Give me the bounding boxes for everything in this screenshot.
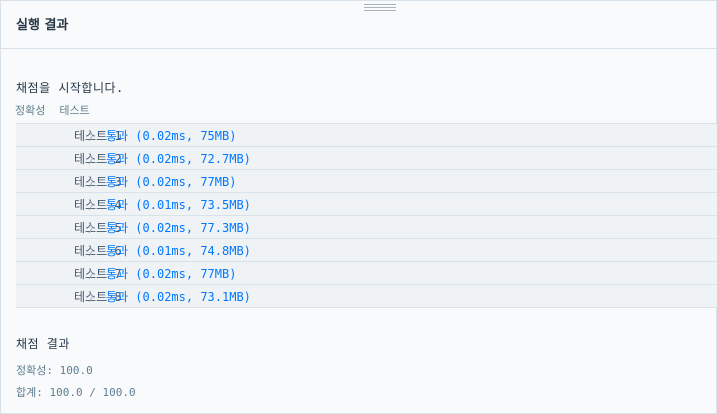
chevron-right-icon: 〉 [88, 289, 101, 304]
test-name: 테스트 5 [74, 220, 122, 235]
test-result: 통과 (0.01ms, 73.5MB) [106, 197, 251, 212]
test-row: 테스트 5 〉 통과 (0.02ms, 77.3MB) [16, 215, 717, 239]
start-message: 채점을 시작합니다. [16, 81, 124, 95]
console-output: 채점을 시작합니다. 정확성 테스트 테스트 1 〉 통과 (0.02ms, 75MB… [15, 79, 717, 308]
test-name: 테스트 1 [74, 128, 122, 143]
summary-accuracy: 정확성: 100.0 [16, 364, 93, 377]
test-name: 테스트 3 [74, 174, 122, 189]
test-row: 테스트 1 〉 통과 (0.02ms, 75MB) [16, 123, 717, 147]
test-results-table: 테스트 1 〉 통과 (0.02ms, 75MB) 테스트 2 〉 통과 (0.02ms,… [16, 123, 717, 308]
chevron-right-icon: 〉 [88, 174, 101, 189]
test-row: 테스트 2 〉 통과 (0.02ms, 72.7MB) [16, 146, 717, 170]
chevron-right-icon: 〉 [88, 128, 101, 143]
summary-total: 합계: 100.0 / 100.0 [16, 386, 136, 399]
test-row: 테스트 4 〉 통과 (0.01ms, 73.5MB) [16, 192, 717, 216]
chevron-right-icon: 〉 [88, 151, 101, 166]
summary-title: 채점 결과 [16, 337, 70, 351]
section-label: 정확성 테스트 [15, 102, 716, 118]
test-name: 테스트 7 [74, 266, 122, 281]
result-panel: 실행 결과 채점을 시작합니다. 정확성 테스트 테스트 1 〉 통과 (0.02ms… [0, 0, 717, 414]
chevron-right-icon: 〉 [88, 243, 101, 258]
test-name: 테스트 8 [74, 289, 122, 304]
test-row: 테스트 6 〉 통과 (0.01ms, 74.8MB) [16, 238, 717, 262]
chevron-right-icon: 〉 [88, 220, 101, 235]
test-row: 테스트 8 〉 통과 (0.02ms, 73.1MB) [16, 284, 717, 308]
test-result: 통과 (0.02ms, 73.1MB) [106, 289, 251, 304]
test-result: 통과 (0.02ms, 77.3MB) [106, 220, 251, 235]
panel-title: 실행 결과 [16, 18, 69, 33]
test-name: 테스트 6 [74, 243, 122, 258]
test-name: 테스트 4 [74, 197, 122, 212]
test-result: 통과 (0.01ms, 74.8MB) [106, 243, 251, 258]
test-row: 테스트 7 〉 통과 (0.02ms, 77MB) [16, 261, 717, 285]
grading-summary: 채점 결과 정확성: 100.0 합계: 100.0 / 100.0 [16, 335, 136, 406]
section-label-test: 테스트 [59, 104, 90, 117]
section-label-accuracy: 정확성 [15, 104, 46, 117]
chevron-right-icon: 〉 [88, 266, 101, 281]
resize-handle-icon[interactable] [364, 4, 396, 13]
test-result: 통과 (0.02ms, 77MB) [106, 174, 237, 189]
test-result: 통과 (0.02ms, 77MB) [106, 266, 237, 281]
result-header: 실행 결과 [1, 1, 716, 49]
test-row: 테스트 3 〉 통과 (0.02ms, 77MB) [16, 169, 717, 193]
chevron-right-icon: 〉 [88, 197, 101, 212]
test-name: 테스트 2 [74, 151, 122, 166]
test-result: 통과 (0.02ms, 72.7MB) [106, 151, 251, 166]
test-result: 통과 (0.02ms, 75MB) [106, 128, 237, 143]
